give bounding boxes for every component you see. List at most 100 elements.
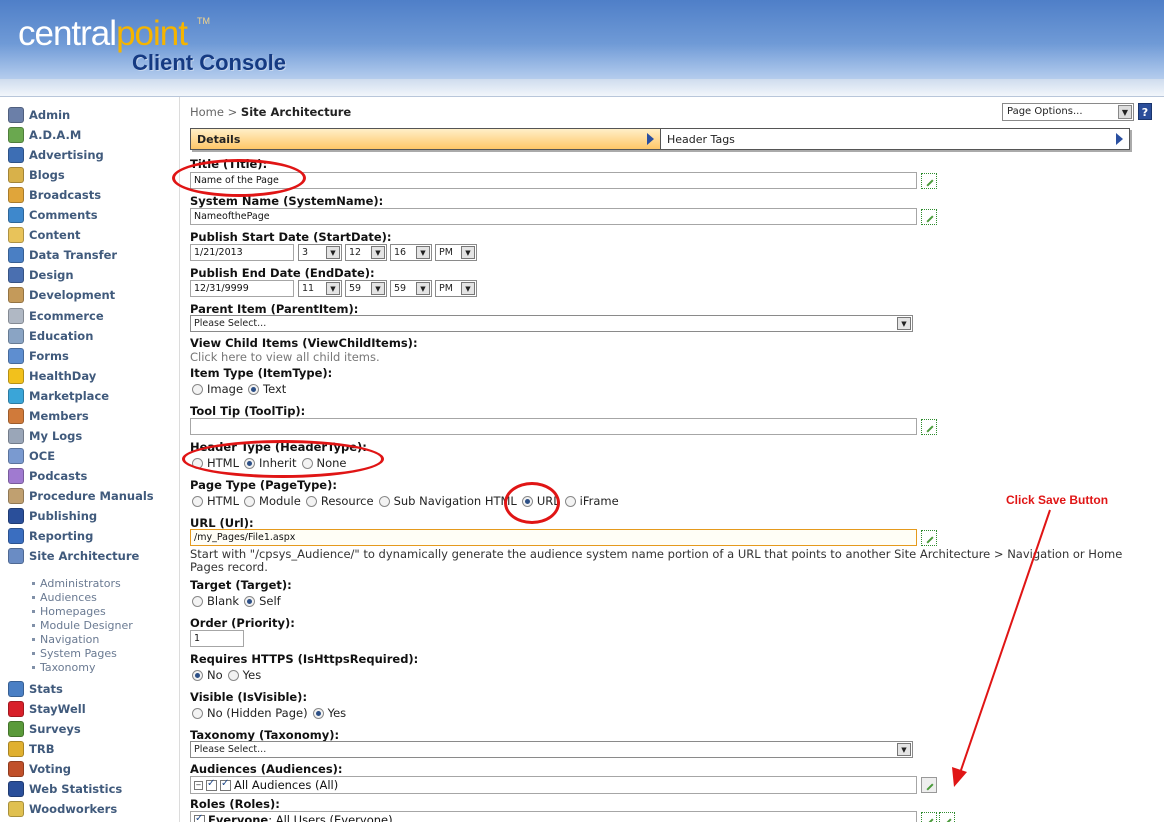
expand-arrow-icon[interactable] (1116, 133, 1123, 145)
https-yes[interactable]: Yes (227, 668, 261, 682)
sidebar-item-education[interactable]: Education (8, 326, 93, 346)
sidebar-item-podcasts[interactable]: Podcasts (8, 466, 87, 486)
tab-details[interactable]: Details (191, 129, 661, 149)
audiences-all-checkbox[interactable] (220, 778, 231, 791)
audiences-tree[interactable]: − All Audiences (All) (190, 776, 917, 794)
sidebar-item-web-statistics[interactable]: Web Statistics (8, 779, 122, 799)
publish-end-hour-select[interactable]: 11 ▼ (298, 280, 342, 297)
item-type-text[interactable]: Text (248, 382, 286, 396)
sidebar-subitem-module-designer[interactable]: Module Designer (32, 618, 133, 632)
radio-button[interactable] (192, 495, 203, 507)
sidebar-item-forms[interactable]: Forms (8, 346, 69, 366)
edit-icon[interactable] (921, 530, 937, 546)
radio-button[interactable] (227, 669, 239, 681)
sidebar-item-data-transfer[interactable]: Data Transfer (8, 245, 117, 265)
roles-checkbox[interactable] (194, 813, 205, 822)
tab-header-tags[interactable]: Header Tags (661, 129, 1129, 149)
sidebar-subitem-administrators[interactable]: Administrators (32, 576, 121, 590)
sidebar-subitem-homepages[interactable]: Homepages (32, 604, 106, 618)
page-type-html[interactable]: HTML (192, 494, 239, 508)
help-icon[interactable]: ? (1138, 103, 1152, 120)
radio-button[interactable] (192, 669, 203, 681)
edit-icon[interactable] (921, 173, 937, 189)
view-child-link[interactable]: Click here to view all child items. (190, 350, 380, 364)
radio-button[interactable] (564, 495, 576, 507)
item-type-image[interactable]: Image (192, 382, 243, 396)
sidebar-item-procedure-manuals[interactable]: Procedure Manuals (8, 486, 154, 506)
sidebar-item-marketplace[interactable]: Marketplace (8, 386, 109, 406)
parent-item-select[interactable]: Please Select... ▼ (190, 315, 913, 332)
breadcrumb-home[interactable]: Home (190, 105, 224, 119)
radio-button[interactable] (192, 383, 203, 395)
sidebar-item-stats[interactable]: Stats (8, 679, 63, 699)
sidebar-item-development[interactable]: Development (8, 285, 115, 305)
sidebar-item-oce[interactable]: OCE (8, 446, 55, 466)
sidebar-item-blogs[interactable]: Blogs (8, 165, 65, 185)
sidebar-item-site-architecture[interactable]: Site Architecture (8, 546, 139, 566)
order-input[interactable]: 1 (190, 630, 244, 647)
publish-end-ampm-select[interactable]: PM ▼ (435, 280, 477, 297)
sidebar-item-a-d-a-m[interactable]: A.D.A.M (8, 125, 81, 145)
radio-button[interactable] (244, 595, 256, 607)
url-input[interactable]: /my_Pages/File1.aspx (190, 529, 917, 546)
radio-button[interactable] (244, 495, 256, 507)
radio-button[interactable] (192, 707, 203, 719)
sidebar-subitem-taxonomy[interactable]: Taxonomy (32, 660, 95, 674)
sidebar-item-ecommerce[interactable]: Ecommerce (8, 306, 104, 326)
sidebar-item-admin[interactable]: Admin (8, 105, 70, 125)
page-options-select[interactable]: Page Options... ▼ (1002, 103, 1134, 121)
sidebar-item-my-logs[interactable]: My Logs (8, 426, 82, 446)
sidebar-item-comments[interactable]: Comments (8, 205, 98, 225)
sidebar-subitem-system-pages[interactable]: System Pages (32, 646, 117, 660)
page-type-iframe[interactable]: iFrame (564, 494, 619, 508)
publish-start-second-select[interactable]: 16 ▼ (390, 244, 432, 261)
radio-button[interactable] (378, 495, 390, 507)
publish-end-minute-select[interactable]: 59 ▼ (345, 280, 387, 297)
visible-yes[interactable]: Yes (312, 706, 346, 720)
page-type-module[interactable]: Module (244, 494, 301, 508)
radio-button[interactable] (312, 707, 324, 719)
publish-start-minute-select[interactable]: 12 ▼ (345, 244, 387, 261)
radio-button[interactable] (192, 595, 203, 607)
publish-start-ampm-select[interactable]: PM ▼ (435, 244, 477, 261)
sidebar-item-healthday[interactable]: HealthDay (8, 366, 96, 386)
edit-icon[interactable] (939, 812, 955, 822)
edit-icon[interactable] (921, 419, 937, 435)
expand-icon[interactable] (921, 777, 937, 793)
sidebar-item-publishing[interactable]: Publishing (8, 506, 97, 526)
target-self[interactable]: Self (244, 594, 281, 608)
edit-icon[interactable] (921, 812, 937, 822)
sidebar-item-reporting[interactable]: Reporting (8, 526, 93, 546)
sidebar-item-voting[interactable]: Voting (8, 759, 71, 779)
taxonomy-select[interactable]: Please Select... ▼ (190, 741, 913, 758)
sidebar-item-design[interactable]: Design (8, 265, 74, 285)
roles-tree[interactable]: Everyone: All Users (Everyone) (190, 811, 917, 822)
expand-arrow-icon[interactable] (647, 133, 654, 145)
page-type-resource[interactable]: Resource (305, 494, 374, 508)
audiences-checkbox[interactable] (206, 778, 217, 791)
visible-no[interactable]: No (Hidden Page) (192, 706, 308, 720)
publish-end-date-input[interactable]: 12/31/9999 (190, 280, 294, 297)
tooltip-input[interactable] (190, 418, 917, 435)
page-type-sub-navigation-html[interactable]: Sub Navigation HTML (378, 494, 517, 508)
sidebar-item-members[interactable]: Members (8, 406, 89, 426)
edit-icon[interactable] (921, 209, 937, 225)
publish-start-date-input[interactable]: 1/21/2013 (190, 244, 294, 261)
radio-button[interactable] (305, 495, 317, 507)
target-blank[interactable]: Blank (192, 594, 239, 608)
sidebar-item-content[interactable]: Content (8, 225, 81, 245)
system-name-input[interactable]: NameofthePage (190, 208, 917, 225)
sidebar-item-surveys[interactable]: Surveys (8, 719, 81, 739)
radio-button[interactable] (248, 383, 260, 395)
sidebar-item-woodworkers[interactable]: Woodworkers (8, 799, 117, 819)
publish-end-second-select[interactable]: 59 ▼ (390, 280, 432, 297)
https-no[interactable]: No (192, 668, 223, 682)
sidebar-item-broadcasts[interactable]: Broadcasts (8, 185, 101, 205)
collapse-icon[interactable]: − (194, 780, 203, 790)
sidebar-item-advertising[interactable]: Advertising (8, 145, 104, 165)
sidebar-subitem-audiences[interactable]: Audiences (32, 590, 97, 604)
sidebar-item-staywell[interactable]: StayWell (8, 699, 86, 719)
publish-start-hour-select[interactable]: 3 ▼ (298, 244, 342, 261)
sidebar-item-trb[interactable]: TRB (8, 739, 54, 759)
sidebar-subitem-navigation[interactable]: Navigation (32, 632, 99, 646)
